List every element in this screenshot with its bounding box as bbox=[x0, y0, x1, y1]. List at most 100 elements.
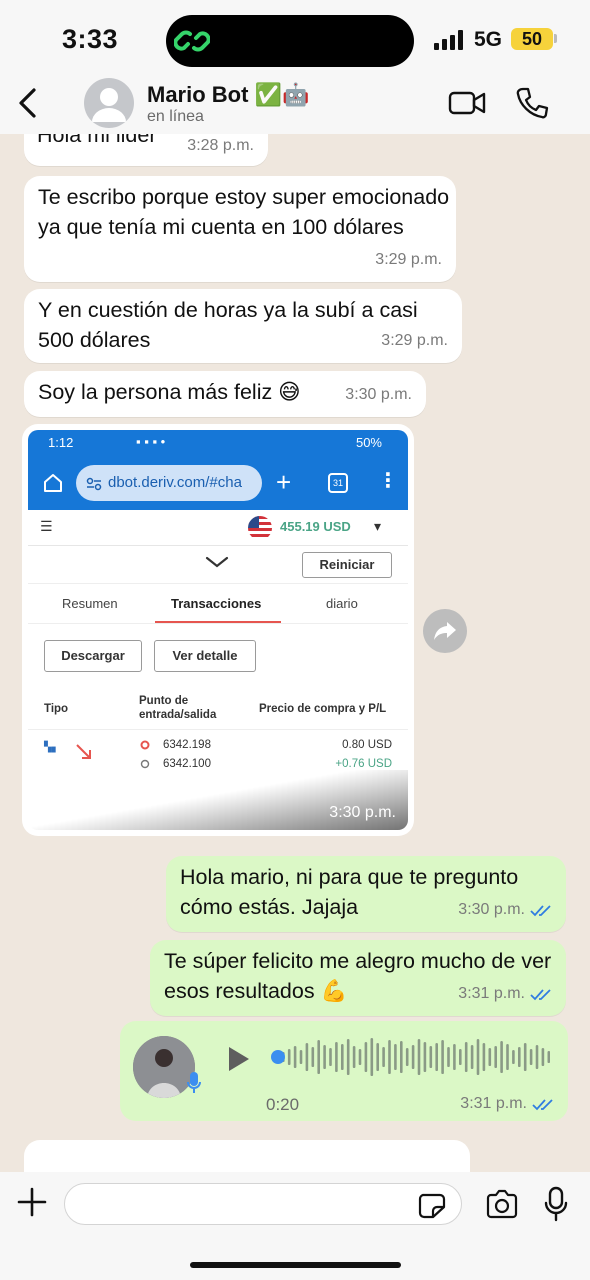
active-tab-indicator bbox=[155, 621, 281, 623]
message-input[interactable] bbox=[64, 1183, 462, 1225]
contact-name-text: Mario Bot bbox=[147, 82, 249, 107]
incoming-message[interactable]: Hola mi lider 3:28 p.m. bbox=[24, 134, 268, 166]
waveform-bar bbox=[299, 1050, 303, 1064]
tab-transactions: Transacciones bbox=[171, 596, 262, 611]
incoming-message[interactable]: Soy la persona más feliz 😅 3:30 p.m. bbox=[24, 371, 426, 417]
download-button: Descargar bbox=[44, 640, 142, 672]
waveform-bar bbox=[358, 1049, 362, 1065]
link-activity-icon bbox=[174, 30, 210, 52]
time-label: 3:30 p.m. bbox=[345, 386, 412, 403]
waveform-bar bbox=[547, 1051, 550, 1063]
battery-level: 50 bbox=[511, 28, 553, 50]
waveform-bar bbox=[459, 1049, 462, 1065]
back-icon[interactable] bbox=[14, 86, 44, 120]
account-bar: ☰ 455.19 USD ▾ bbox=[28, 510, 408, 546]
message-text: Te escribo porque estoy super emocionado… bbox=[38, 185, 450, 239]
waveform-bar bbox=[388, 1040, 391, 1074]
tab-count: 31 bbox=[328, 473, 348, 493]
share-icon bbox=[434, 622, 456, 640]
time-label: 3:28 p.m. bbox=[187, 137, 254, 154]
more-menu-icon: ⋮ bbox=[378, 470, 398, 492]
view-details-button: Ver detalle bbox=[154, 640, 256, 672]
waveform-bar bbox=[305, 1043, 309, 1071]
camera-icon[interactable] bbox=[485, 1189, 519, 1219]
trend-down-arrow-icon bbox=[76, 744, 91, 759]
contact-avatar[interactable] bbox=[84, 78, 134, 128]
play-icon[interactable] bbox=[226, 1045, 252, 1073]
waveform-bar bbox=[323, 1045, 326, 1069]
time-label: 3:29 p.m. bbox=[375, 251, 442, 268]
default-avatar-icon bbox=[92, 88, 126, 122]
entry-marker-icon bbox=[140, 740, 150, 750]
transactions-table-header: Tipo Punto de entrada/salida Precio de c… bbox=[28, 686, 408, 730]
waveform-bar bbox=[512, 1050, 515, 1064]
waveform-bar bbox=[429, 1046, 433, 1068]
waveform-bar bbox=[341, 1044, 344, 1070]
chevron-down-icon: ▾ bbox=[374, 518, 382, 534]
audio-waveform[interactable] bbox=[268, 1035, 550, 1079]
waveform-bar bbox=[470, 1045, 474, 1069]
home-indicator bbox=[190, 1262, 401, 1268]
voice-message[interactable]: 0:20 3:31 p.m. bbox=[120, 1021, 568, 1121]
cellular-signal-icon bbox=[434, 30, 463, 50]
waveform-bar bbox=[423, 1042, 427, 1072]
new-tab-icon: + bbox=[276, 467, 292, 497]
screenshot-status-bar: 1:12 ▪ ▪ ▪ • 50% bbox=[28, 430, 408, 456]
phone-icon[interactable] bbox=[515, 86, 549, 120]
waveform-bar bbox=[447, 1047, 450, 1067]
message-text: Hola mi lider bbox=[37, 134, 157, 147]
time-label: 3:31 p.m. bbox=[460, 1095, 527, 1112]
waveform-bar bbox=[435, 1043, 438, 1071]
time-label: 3:29 p.m. bbox=[381, 332, 448, 349]
incoming-message[interactable]: Te escribo porque estoy super emocionado… bbox=[24, 176, 456, 282]
col-entry-exit: Punto de entrada/salida bbox=[139, 695, 217, 721]
incoming-message-partial[interactable] bbox=[24, 1140, 470, 1172]
outgoing-message[interactable]: Te súper felicito me alegro mucho de ver… bbox=[150, 940, 566, 1016]
video-call-icon[interactable] bbox=[448, 90, 486, 116]
forward-button[interactable] bbox=[423, 609, 467, 653]
read-receipt-icon bbox=[530, 904, 551, 916]
waveform-bar bbox=[405, 1048, 409, 1066]
plus-icon[interactable] bbox=[16, 1186, 48, 1218]
waveform-bar bbox=[488, 1048, 492, 1066]
panel-controls: Reiniciar bbox=[28, 546, 408, 584]
waveform-bar bbox=[394, 1044, 397, 1070]
waveform-bar bbox=[411, 1045, 415, 1069]
us-flag-icon bbox=[248, 516, 272, 540]
outgoing-message[interactable]: Hola mario, ni para que te pregunto cómo… bbox=[166, 856, 566, 932]
sticker-icon[interactable] bbox=[418, 1193, 446, 1219]
message-time: 3:28 p.m. bbox=[187, 134, 254, 161]
hamburger-icon: ☰ bbox=[40, 518, 53, 534]
url-bar: dbot.deriv.com/#cha bbox=[76, 465, 262, 501]
image-time: 3:30 p.m. bbox=[329, 804, 396, 821]
browser-toolbar: dbot.deriv.com/#cha + 31 ⋮ bbox=[28, 456, 408, 510]
mic-icon[interactable] bbox=[543, 1186, 569, 1222]
shared-screenshot[interactable]: 1:12 ▪ ▪ ▪ • 50% dbot.deriv.com/#cha + 3… bbox=[28, 430, 408, 830]
chat-area[interactable]: Hola mi lider 3:28 p.m. Te escribo porqu… bbox=[0, 134, 590, 1172]
profit-loss: +0.76 USD bbox=[335, 758, 392, 770]
waveform-bar bbox=[370, 1038, 374, 1076]
exit-marker-icon bbox=[140, 759, 150, 769]
screenshot-tabs: Resumen Transacciones diario bbox=[28, 584, 408, 624]
message-time: 3:29 p.m. bbox=[381, 326, 448, 356]
screenshot-time: 1:12 bbox=[48, 435, 74, 450]
contact-name[interactable]: Mario Bot ✅🤖 bbox=[147, 82, 309, 108]
incoming-message[interactable]: Y en cuestión de horas ya la subí a casi… bbox=[24, 289, 462, 363]
voice-duration: 0:20 bbox=[266, 1095, 300, 1114]
image-message[interactable]: 1:12 ▪ ▪ ▪ • 50% dbot.deriv.com/#cha + 3… bbox=[22, 424, 414, 836]
waveform-bar bbox=[329, 1048, 332, 1066]
waveform-bar bbox=[453, 1044, 456, 1070]
waveform-bar bbox=[376, 1043, 379, 1071]
waveform-bar bbox=[518, 1047, 521, 1067]
waveform-bar bbox=[541, 1048, 545, 1066]
waveform-bar bbox=[364, 1042, 368, 1072]
waveform-bar bbox=[400, 1041, 403, 1073]
waveform-bar bbox=[441, 1040, 444, 1074]
waveform-bar bbox=[500, 1041, 503, 1073]
time-label: 3:30 p.m. bbox=[458, 901, 525, 918]
waveform-bar bbox=[335, 1042, 338, 1072]
waveform-bar bbox=[494, 1046, 497, 1068]
waveform-bar bbox=[311, 1047, 315, 1067]
waveform-bar bbox=[293, 1046, 297, 1068]
message-time: 3:30 p.m. bbox=[458, 895, 552, 925]
